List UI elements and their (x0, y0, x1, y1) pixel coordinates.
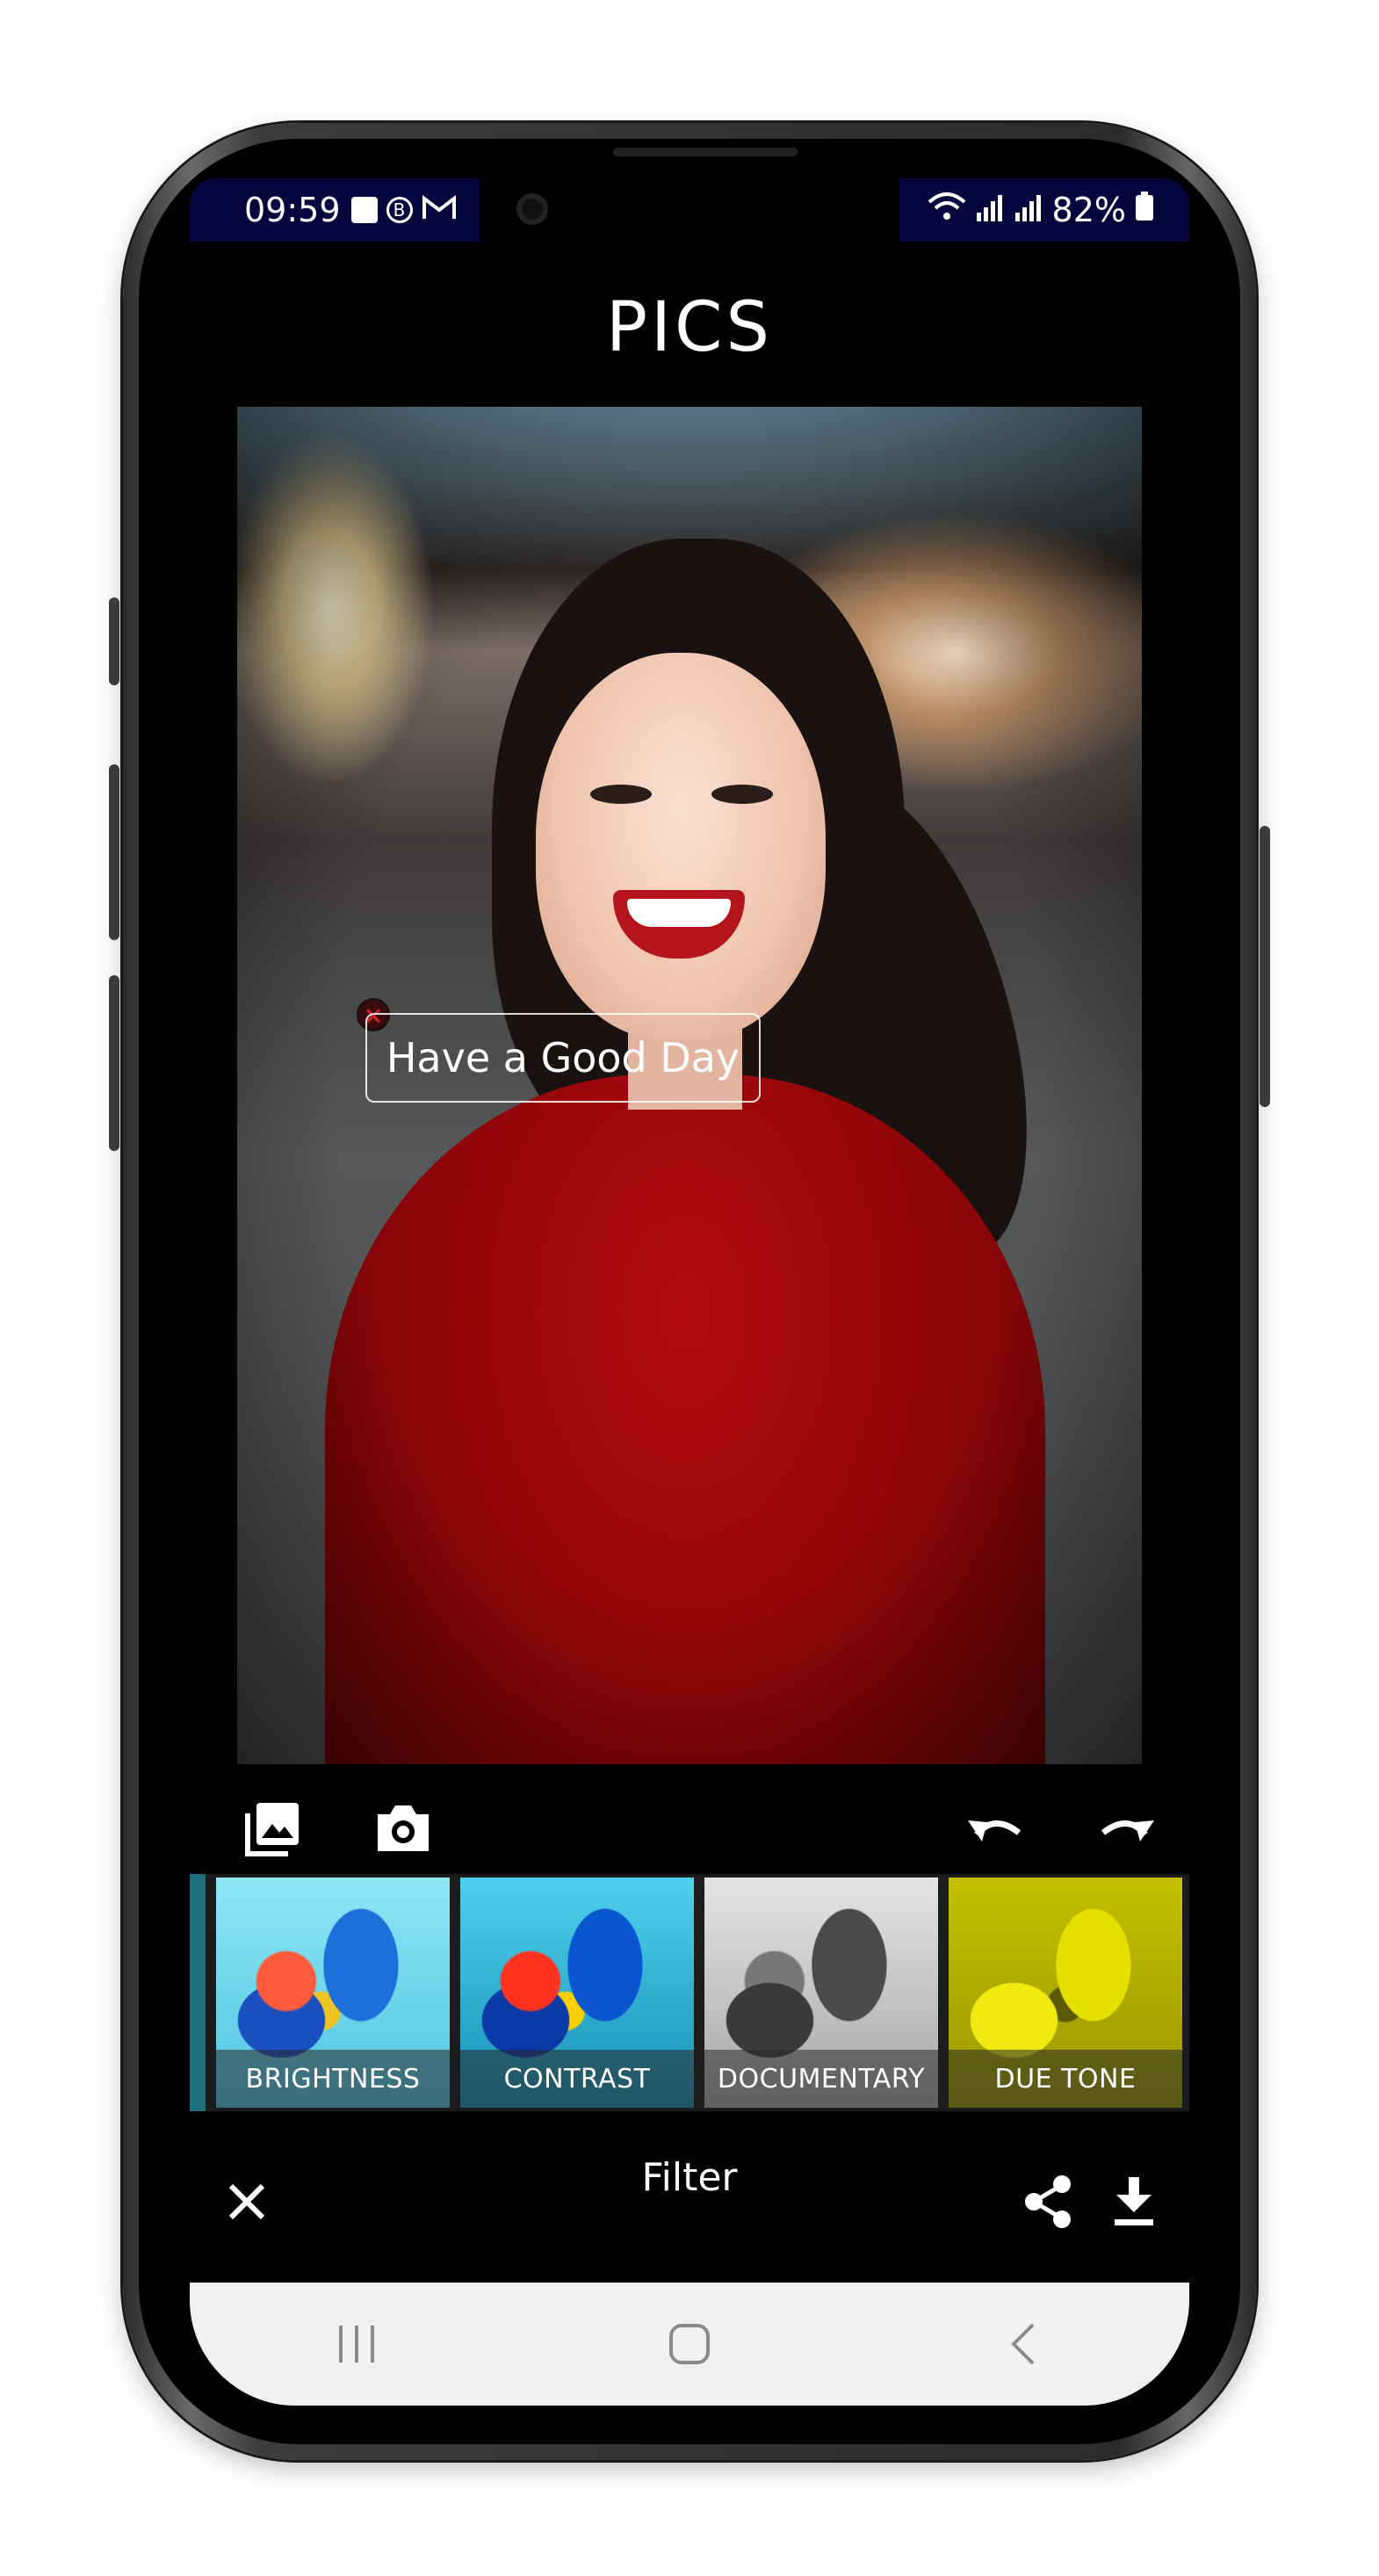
gmail-icon (422, 191, 457, 229)
power-button (1260, 826, 1270, 1107)
undo-icon[interactable] (964, 1798, 1026, 1859)
volume-down-button (109, 764, 119, 940)
volume-up-button (109, 597, 119, 685)
phone-screen: 09:59 B 82% PICS × Have a Good Day BRIGH… (139, 139, 1240, 2444)
front-camera (516, 193, 548, 225)
filter-item-contrast[interactable]: CONTRAST (460, 1878, 694, 2108)
filter-label-due-tone: DUE TONE (949, 2050, 1182, 2108)
recent-apps-icon[interactable] (317, 2305, 396, 2384)
filter-strip[interactable]: BRIGHTNESS CONTRAST DOCUMENTARY DUE TONE (190, 1874, 1189, 2111)
camera-icon[interactable] (372, 1798, 434, 1859)
gallery-icon[interactable] (242, 1798, 304, 1859)
filter-item-due-tone[interactable]: DUE TONE (949, 1878, 1182, 2108)
image-icon (350, 197, 378, 223)
battery-percent: 82% (1051, 191, 1126, 229)
filter-label-documentary: DOCUMENTARY (704, 2050, 938, 2108)
filter-item-brightness[interactable]: BRIGHTNESS (216, 1878, 450, 2108)
earpiece (613, 148, 798, 156)
status-bar-right: 82% (899, 178, 1189, 242)
battery-icon (1135, 191, 1154, 229)
status-bar-left: 09:59 B (190, 178, 480, 242)
signal-icon (1014, 191, 1043, 229)
filter-item-documentary[interactable]: DOCUMENTARY (704, 1878, 938, 2108)
text-sticker[interactable]: Have a Good Day (365, 1013, 761, 1103)
signal-icon (975, 191, 1005, 229)
download-icon[interactable] (1103, 2171, 1165, 2232)
share-icon[interactable] (1017, 2171, 1079, 2232)
b-icon: B (386, 197, 413, 223)
filter-label-contrast: CONTRAST (460, 2050, 694, 2108)
redo-icon[interactable] (1096, 1798, 1158, 1859)
app-title: PICS (605, 288, 773, 367)
system-nav-bar (190, 2283, 1189, 2406)
home-icon[interactable] (650, 2305, 729, 2384)
filter-label-brightness: BRIGHTNESS (216, 2050, 450, 2108)
bixby-button (109, 975, 119, 1151)
filter-strip-edge (190, 1874, 206, 2111)
status-time: 09:59 (244, 191, 341, 229)
wifi-icon (928, 191, 966, 229)
back-icon[interactable] (983, 2305, 1062, 2384)
